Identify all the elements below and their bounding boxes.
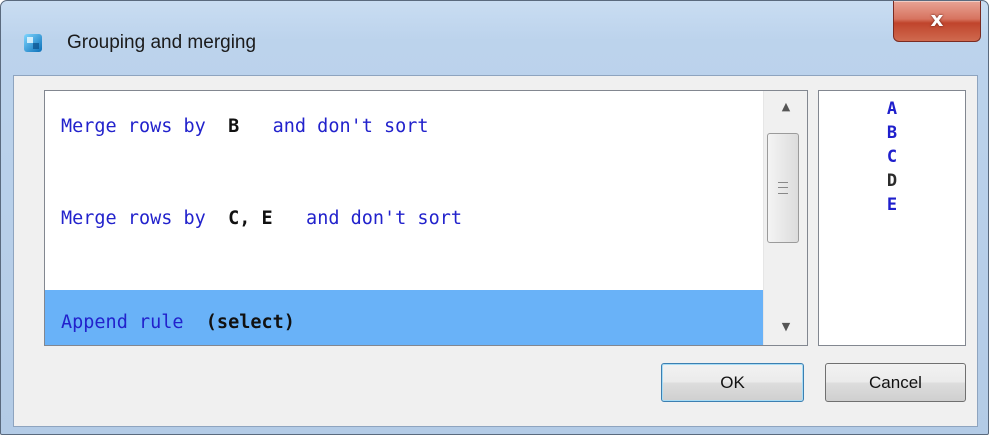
rule-row-merge-b[interactable]: Merge rows by B and don't sort bbox=[45, 104, 763, 153]
rule-select-keys[interactable]: (select) bbox=[206, 312, 295, 333]
rule-keys[interactable]: B bbox=[228, 116, 239, 137]
window-title: Grouping and merging bbox=[67, 32, 257, 53]
dialog-body: Merge rows by B and don't sort Merge row… bbox=[13, 75, 978, 427]
rule-prefix: Merge rows by bbox=[61, 116, 229, 137]
column-item-e[interactable]: E bbox=[819, 195, 965, 215]
close-button[interactable]: x bbox=[893, 1, 981, 42]
rule-row-merge-ce[interactable]: Merge rows by C, E and don't sort bbox=[45, 196, 763, 245]
scroll-down-icon[interactable]: ▼ bbox=[764, 313, 807, 341]
rule-row-append[interactable]: Append rule (select) bbox=[45, 290, 763, 345]
close-icon: x bbox=[930, 7, 944, 31]
rules-list[interactable]: Merge rows by B and don't sort Merge row… bbox=[44, 90, 808, 346]
cancel-button[interactable]: Cancel bbox=[825, 363, 966, 402]
rule-suffix[interactable]: and don't sort bbox=[273, 208, 462, 229]
rule-keys[interactable]: C, E bbox=[228, 208, 273, 229]
scroll-up-icon[interactable]: ▲ bbox=[764, 93, 807, 121]
app-icon bbox=[24, 34, 42, 52]
column-item-b[interactable]: B bbox=[819, 123, 965, 143]
scroll-thumb[interactable] bbox=[767, 133, 799, 243]
rule-suffix[interactable]: and don't sort bbox=[239, 116, 429, 137]
column-item-a[interactable]: A bbox=[819, 99, 965, 119]
grip-icon bbox=[778, 182, 788, 194]
ok-button[interactable]: OK bbox=[661, 363, 804, 402]
title-bar[interactable]: Grouping and merging x bbox=[1, 1, 988, 75]
dialog-window: Grouping and merging x Merge rows by B a… bbox=[0, 0, 989, 435]
column-item-c[interactable]: C bbox=[819, 147, 965, 167]
vertical-scrollbar[interactable]: ▲ ▼ bbox=[763, 91, 807, 345]
rule-prefix: Merge rows by bbox=[61, 208, 229, 229]
columns-list[interactable]: A B C D E bbox=[818, 90, 966, 346]
column-item-d[interactable]: D bbox=[819, 171, 965, 191]
rule-prefix: Append rule bbox=[61, 312, 206, 333]
